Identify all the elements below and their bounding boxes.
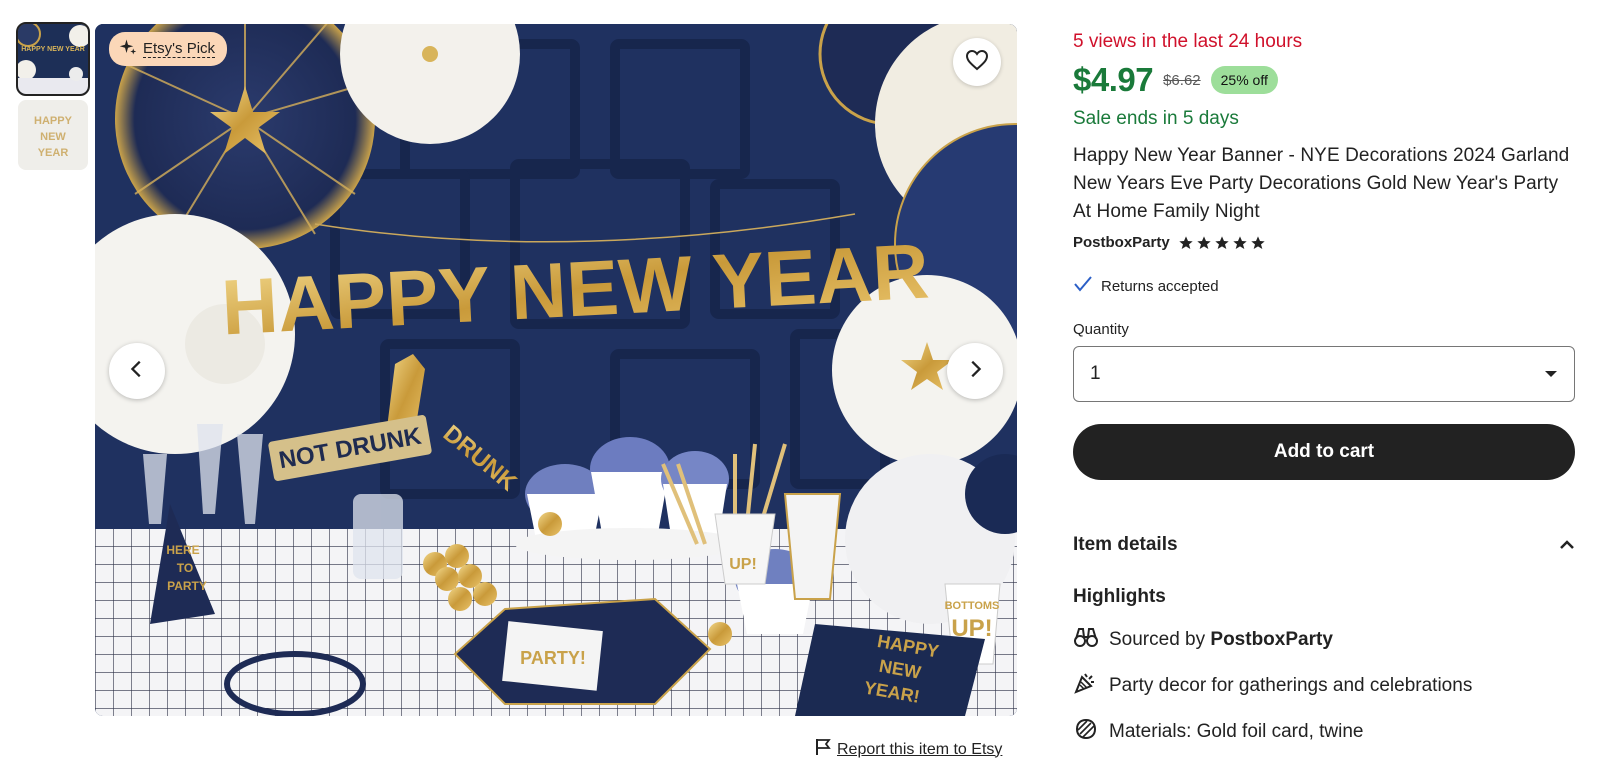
heart-icon <box>965 48 989 77</box>
rating-stars[interactable] <box>1178 235 1266 251</box>
item-details-toggle[interactable]: Item details <box>1073 534 1575 556</box>
binoculars-icon <box>1073 625 1099 655</box>
etsys-pick-label: Etsy's Pick <box>143 40 216 58</box>
highlight-materials: Materials: Gold foil card, twine <box>1073 718 1575 746</box>
favorite-button[interactable] <box>953 38 1001 86</box>
star-icon <box>1179 235 1193 249</box>
party-horn-icon <box>1073 671 1099 701</box>
thumbnail-1-image: HAPPY NEW YEAR <box>18 24 88 94</box>
highlight-party-decor: Party decor for gatherings and celebrati… <box>1073 672 1575 700</box>
highlight-sourced-by: Sourced by PostboxParty <box>1073 626 1575 654</box>
shop-row: PostboxParty <box>1073 234 1575 251</box>
svg-text:PARTY!: PARTY! <box>520 648 586 668</box>
star-icon <box>1197 235 1211 249</box>
highlight-sourced-prefix: Sourced by <box>1109 629 1211 650</box>
returns-info: Returns accepted <box>1073 275 1575 297</box>
star-icon <box>1215 235 1229 249</box>
discount-badge: 25% off <box>1210 66 1278 94</box>
chevron-left-icon <box>126 358 148 385</box>
caret-down-icon <box>1544 363 1558 385</box>
highlight-party-decor-text: Party decor for gatherings and celebrati… <box>1109 675 1473 696</box>
svg-text:TO: TO <box>177 561 193 575</box>
report-item-label: Report this item to Etsy <box>837 740 1003 758</box>
flag-icon <box>815 738 831 761</box>
product-photo: HAPPY NEW YEAR NOT DRUNK DRUNK BOTTOMS U… <box>95 24 1017 716</box>
svg-text:NEW: NEW <box>40 131 66 143</box>
quantity-value: 1 <box>1090 363 1101 384</box>
item-details-label: Item details <box>1073 534 1178 555</box>
views-count-text: 5 views in the last 24 hours <box>1073 31 1303 52</box>
chevron-up-icon <box>1559 534 1575 556</box>
price-row: $4.97 $6.62 25% off <box>1073 60 1575 100</box>
listing-title: Happy New Year Banner - NYE Decorations … <box>1073 145 1570 222</box>
returns-label: Returns accepted <box>1101 277 1219 295</box>
quantity-label: Quantity <box>1073 321 1129 338</box>
svg-text:HAPPY NEW YEAR: HAPPY NEW YEAR <box>21 46 85 53</box>
svg-text:BOTTOMS: BOTTOMS <box>945 600 1000 612</box>
sale-ends-text: Sale ends in 5 days <box>1073 108 1239 129</box>
thumbnail-strip: HAPPY NEW YEAR HAPPY NEW YEAR <box>16 22 90 176</box>
main-product-image: HAPPY NEW YEAR NOT DRUNK DRUNK BOTTOMS U… <box>95 24 1017 716</box>
previous-image-button[interactable] <box>109 343 165 399</box>
report-item-link[interactable]: Report this item to Etsy <box>815 738 1002 761</box>
quantity-select[interactable]: 1 <box>1073 346 1575 402</box>
svg-text:PARTY: PARTY <box>167 579 207 593</box>
sparkle-icon <box>119 38 137 60</box>
svg-text:HAPPY: HAPPY <box>34 115 73 127</box>
highlight-shop-name[interactable]: PostboxParty <box>1210 629 1332 650</box>
star-icon <box>1251 235 1265 249</box>
star-icon <box>1233 235 1247 249</box>
chevron-right-icon <box>964 358 986 385</box>
svg-text:UP!: UP! <box>729 556 757 573</box>
original-price: $6.62 <box>1163 71 1201 89</box>
listing-info-panel: 5 views in the last 24 hours $4.97 $6.62… <box>1073 28 1575 746</box>
materials-icon <box>1073 717 1099 747</box>
etsys-pick-badge[interactable]: Etsy's Pick <box>109 32 228 66</box>
thumbnail-2-image: HAPPY NEW YEAR <box>18 100 88 170</box>
thumbnail-1[interactable]: HAPPY NEW YEAR <box>16 22 90 96</box>
svg-text:HERE: HERE <box>166 543 199 557</box>
add-to-cart-button[interactable]: Add to cart <box>1073 424 1575 480</box>
next-image-button[interactable] <box>947 343 1003 399</box>
highlights-heading: Highlights <box>1073 586 1166 607</box>
sale-price: $4.97 <box>1073 61 1154 98</box>
checkmark-icon <box>1073 275 1093 297</box>
highlight-materials-text: Materials: Gold foil card, twine <box>1109 721 1364 742</box>
svg-text:YEAR: YEAR <box>38 147 69 159</box>
shop-name-link[interactable]: PostboxParty <box>1073 234 1170 251</box>
thumbnail-2[interactable]: HAPPY NEW YEAR <box>18 100 88 170</box>
